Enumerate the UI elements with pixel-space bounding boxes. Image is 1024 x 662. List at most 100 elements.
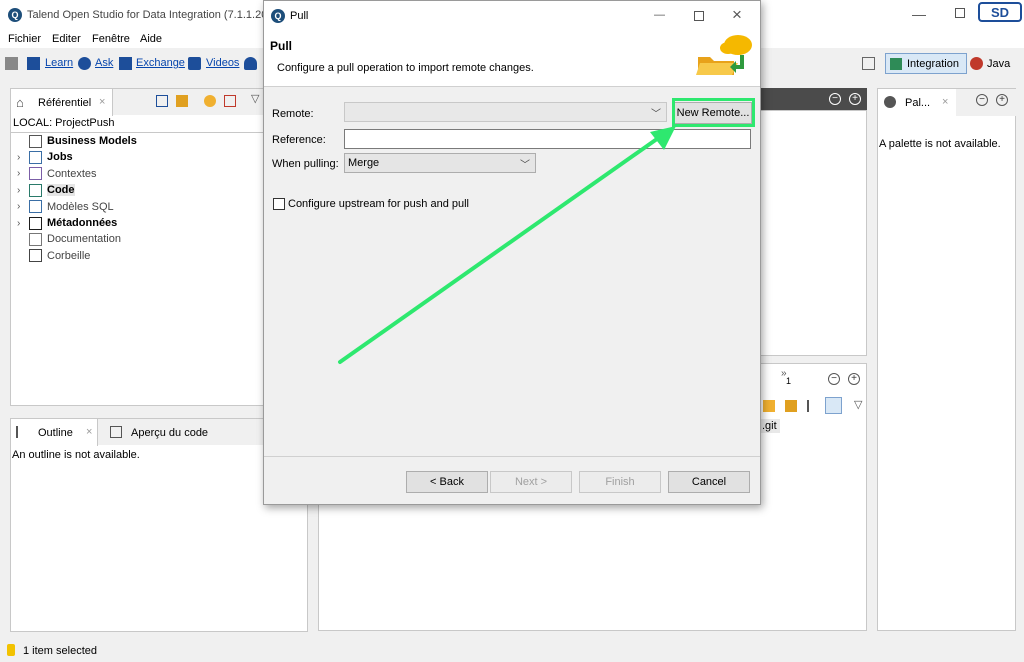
tab-palette[interactable]: Pal... × <box>878 89 956 116</box>
close-icon[interactable]: × <box>942 96 948 108</box>
tree-item[interactable]: Business Models <box>17 133 137 149</box>
exchange-link[interactable]: Exchange <box>136 57 185 69</box>
folder-icon <box>29 200 42 214</box>
java-icon[interactable] <box>970 57 983 70</box>
when-pulling-value: Merge <box>348 157 380 169</box>
refresh-icon[interactable] <box>204 95 216 107</box>
pull-dialog: Q Pull — × Pull Configure a pull operati… <box>263 0 761 505</box>
chevron-down-icon: ﹀ <box>651 109 661 120</box>
tab-outline[interactable]: Outline × <box>11 419 98 446</box>
tree-item[interactable]: Corbeille <box>17 248 90 264</box>
expand-chevron-icon[interactable]: › <box>17 201 27 212</box>
menu-editer[interactable]: Editer <box>52 33 81 45</box>
tree-item[interactable]: › Contextes <box>17 166 97 182</box>
tree-item[interactable]: › Modèles SQL <box>17 199 114 215</box>
maximize-icon[interactable] <box>694 11 704 21</box>
dialog-title-bar: Q Pull — × <box>264 1 760 33</box>
minimize-icon[interactable]: — <box>654 9 665 21</box>
tab-referentiel[interactable]: ⌂ Référentiel × <box>11 89 113 116</box>
overflow-count: 1 <box>786 376 792 386</box>
close-icon[interactable]: × <box>99 96 105 108</box>
minimize-panel-icon[interactable]: − <box>828 373 840 385</box>
dialog-heading: Pull <box>270 39 293 53</box>
next-button[interactable]: Next > <box>490 471 572 493</box>
talend-logo-icon: Q <box>8 8 22 22</box>
minimize-panel-icon[interactable]: − <box>976 94 988 106</box>
menu-aide[interactable]: Aide <box>140 33 162 45</box>
tab-referentiel-label: Référentiel <box>38 97 92 109</box>
integration-perspective-button[interactable]: Integration <box>885 53 967 74</box>
chevron-down-icon: ﹀ <box>520 160 530 171</box>
link-editor-icon[interactable] <box>176 95 188 107</box>
window-title: Talend Open Studio for Data Integration … <box>27 9 274 21</box>
cloud-icon[interactable] <box>244 57 257 70</box>
maximize-panel-icon[interactable]: + <box>996 94 1008 106</box>
folder-icon <box>29 134 42 148</box>
format-icon[interactable] <box>825 397 842 414</box>
folder-icon <box>29 232 42 246</box>
upstream-checkbox[interactable] <box>273 198 285 210</box>
integration-icon <box>890 58 902 70</box>
cart-icon[interactable] <box>119 57 132 70</box>
tree-item-label: Code <box>47 184 75 197</box>
learn-icon[interactable] <box>27 57 40 70</box>
tab-apercu-code[interactable]: Aperçu du code <box>108 419 238 446</box>
reference-label: Reference: <box>272 134 326 146</box>
palette-empty-text: A palette is not available. <box>879 138 1001 150</box>
menu-fichier[interactable]: Fichier <box>8 33 41 45</box>
tree-item[interactable]: › Métadonnées <box>17 215 117 231</box>
expand-chevron-icon[interactable]: › <box>17 218 27 229</box>
ask-link[interactable]: Ask <box>95 57 113 69</box>
status-text: 1 item selected <box>23 645 97 657</box>
palette-panel: Pal... × − + A palette is not available. <box>877 88 1016 631</box>
expand-chevron-icon[interactable]: › <box>17 168 27 179</box>
save-icon[interactable] <box>5 57 18 70</box>
pull-wizard-icon <box>696 35 752 75</box>
ask-icon[interactable] <box>78 57 91 70</box>
menu-fenetre[interactable]: Fenêtre <box>92 33 130 45</box>
video-icon[interactable] <box>188 57 201 70</box>
palette-icon <box>884 96 896 108</box>
filter-icon[interactable] <box>224 95 236 107</box>
close-icon[interactable]: × <box>86 426 92 438</box>
tree-view-icon[interactable] <box>807 400 819 412</box>
talend-logo-icon: Q <box>271 9 285 23</box>
palette-tab-bar-filler: − + <box>956 89 1016 116</box>
code-preview-icon <box>110 426 122 438</box>
maximize-panel-icon[interactable]: + <box>849 93 861 105</box>
tree-item-label: Modèles SQL <box>47 200 114 213</box>
tree-item[interactable]: Documentation <box>17 231 121 247</box>
expand-chevron-icon[interactable]: › <box>17 185 27 196</box>
tree-item[interactable]: › Code <box>17 182 75 198</box>
back-button[interactable]: < Back <box>406 471 488 493</box>
cancel-button[interactable]: Cancel <box>668 471 750 493</box>
maximize-panel-icon[interactable]: + <box>848 373 860 385</box>
remote-combo[interactable]: ﹀ <box>344 102 667 122</box>
folder-icon <box>29 216 42 230</box>
open-perspective-icon[interactable] <box>862 57 875 70</box>
dialog-divider <box>264 456 760 457</box>
link-icon[interactable] <box>785 400 797 412</box>
highlight-box <box>672 98 755 127</box>
finish-button[interactable]: Finish <box>579 471 661 493</box>
minimize-icon[interactable]: — <box>912 6 926 22</box>
folder-icon <box>29 167 42 181</box>
collapse-all-icon[interactable] <box>156 95 168 107</box>
learn-link[interactable]: Learn <box>45 57 73 69</box>
reference-input[interactable] <box>344 129 751 149</box>
when-pulling-combo[interactable]: Merge ﹀ <box>344 153 536 173</box>
view-menu-icon[interactable]: ▽ <box>251 92 259 105</box>
sync-icon[interactable] <box>763 400 775 412</box>
java-perspective-label[interactable]: Java <box>987 58 1010 70</box>
tree-item[interactable]: › Jobs <box>17 149 73 165</box>
videos-link[interactable]: Videos <box>206 57 239 69</box>
upstream-label: Configure upstream for push and pull <box>288 198 469 210</box>
view-menu-icon[interactable]: ▽ <box>854 398 862 411</box>
maximize-icon[interactable] <box>955 8 965 18</box>
close-icon[interactable]: × <box>732 5 742 25</box>
expand-chevron-icon[interactable]: › <box>17 152 27 163</box>
tree-item-label: Corbeille <box>47 249 91 262</box>
folder-icon <box>29 249 42 263</box>
minimize-panel-icon[interactable]: − <box>829 93 841 105</box>
outline-empty-text: An outline is not available. <box>12 449 140 461</box>
